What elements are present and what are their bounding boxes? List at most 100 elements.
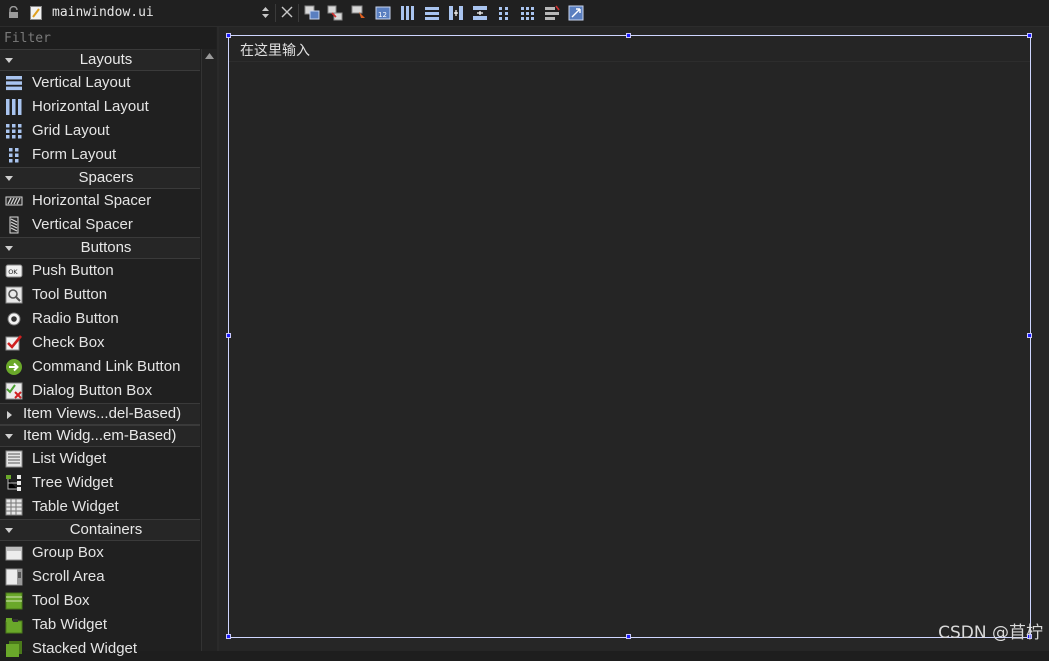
expand-arrow-icon[interactable] — [5, 411, 13, 419]
item-label: Radio Button — [32, 310, 119, 327]
list-item-push-button[interactable]: OK Push Button — [0, 259, 200, 283]
item-label: Push Button — [32, 262, 114, 279]
item-label: Grid Layout — [32, 122, 110, 139]
list-item-table-widget[interactable]: Table Widget — [0, 495, 200, 519]
category-spacers[interactable]: Spacers — [0, 167, 200, 189]
list-item-vertical-spacer[interactable]: Vertical Spacer — [0, 213, 200, 237]
category-item-views[interactable]: Item Views...del-Based) — [0, 403, 200, 425]
item-label: Dialog Button Box — [32, 382, 153, 399]
item-label: Group Box — [32, 544, 104, 561]
list-item-horizontal-spacer[interactable]: Horizontal Spacer — [0, 189, 200, 213]
layout-vertical-splitter-icon[interactable] — [472, 5, 488, 21]
adjust-size-icon[interactable] — [568, 5, 584, 21]
tool-box-icon — [5, 592, 23, 610]
resize-handle-top-right[interactable] — [1027, 33, 1032, 38]
layout-vertical-icon[interactable] — [424, 5, 440, 21]
collapse-arrow-icon[interactable] — [5, 527, 13, 535]
category-containers[interactable]: Containers — [0, 519, 200, 541]
file-icon — [30, 6, 42, 20]
list-item-stacked-widget[interactable]: Stacked Widget — [0, 637, 200, 661]
resize-handle-bottom[interactable] — [626, 634, 631, 639]
form-editor-canvas: 在这里输入 — [219, 27, 1049, 651]
svg-text:12: 12 — [378, 11, 387, 19]
item-label: Stacked Widget — [32, 640, 138, 657]
list-item-command-link-button[interactable]: Command Link Button — [0, 355, 200, 379]
open-file-name[interactable]: mainwindow.ui — [52, 5, 154, 20]
lock-icon[interactable] — [8, 6, 19, 19]
edit-widgets-icon[interactable] — [304, 5, 320, 21]
push-button-icon: OK — [5, 264, 23, 278]
list-item-dialog-button-box[interactable]: Dialog Button Box — [0, 379, 200, 403]
category-label: Containers — [69, 521, 143, 538]
list-item-tree-widget[interactable]: Tree Widget — [0, 471, 200, 495]
resize-handle-left[interactable] — [226, 333, 231, 338]
collapse-arrow-icon[interactable] — [5, 433, 13, 441]
filter-input[interactable] — [0, 27, 216, 49]
edit-signals-slots-icon[interactable] — [327, 5, 343, 21]
layout-horizontal-splitter-icon[interactable] — [448, 5, 464, 21]
layout-horizontal-icon[interactable] — [400, 5, 416, 21]
horizontal-layout-icon — [6, 99, 22, 115]
category-item-widgets[interactable]: Item Widg...em-Based) — [0, 425, 200, 447]
break-layout-icon[interactable] — [544, 5, 560, 21]
category-layouts[interactable]: Layouts — [0, 49, 200, 71]
dialog-button-box-icon — [5, 382, 23, 400]
text-edit-content[interactable]: 在这里输入 — [240, 40, 310, 60]
layout-form-icon[interactable] — [496, 5, 512, 21]
category-buttons[interactable]: Buttons — [0, 237, 200, 259]
item-label: Command Link Button — [32, 358, 181, 375]
category-label: Item Widg...em-Based) — [23, 427, 177, 444]
resize-handle-top[interactable] — [626, 33, 631, 38]
list-item-group-box[interactable]: Group Box — [0, 541, 200, 565]
tab-widget-icon — [5, 618, 23, 634]
svg-text:OK: OK — [8, 268, 18, 276]
widget-box-panel: Layouts Vertical Layout Horizontal Layou… — [0, 27, 217, 657]
tree-widget-icon — [6, 475, 21, 491]
vertical-spacer-icon — [9, 216, 19, 234]
list-item-radio-button[interactable]: Radio Button — [0, 307, 200, 331]
list-item-check-box[interactable]: Check Box — [0, 331, 200, 355]
scroll-area-icon — [5, 568, 23, 586]
close-file-icon[interactable] — [281, 6, 293, 18]
list-item-vertical-layout[interactable]: Vertical Layout — [0, 71, 200, 95]
item-label: Vertical Spacer — [32, 216, 133, 233]
list-widget-icon — [5, 450, 23, 468]
resize-handle-top-left[interactable] — [226, 33, 231, 38]
list-item-form-layout[interactable]: Form Layout — [0, 143, 200, 167]
edit-tab-order-icon[interactable]: 12 — [375, 5, 391, 21]
resize-handle-bottom-left[interactable] — [226, 634, 231, 639]
list-item-list-widget[interactable]: List Widget — [0, 447, 200, 471]
toolbar-separator — [298, 4, 299, 22]
widget-box-scrollbar[interactable] — [201, 49, 217, 651]
item-label: Check Box — [32, 334, 105, 351]
collapse-arrow-icon[interactable] — [5, 245, 13, 253]
layout-grid-icon[interactable] — [520, 5, 536, 21]
radio-button-icon — [7, 312, 21, 326]
collapse-arrow-icon[interactable] — [5, 57, 13, 65]
widget-list: Layouts Vertical Layout Horizontal Layou… — [0, 49, 200, 661]
list-item-tool-box[interactable]: Tool Box — [0, 589, 200, 613]
category-label: Layouts — [79, 51, 133, 68]
main-window-form[interactable]: 在这里输入 — [228, 35, 1031, 638]
item-label: Horizontal Spacer — [32, 192, 152, 209]
horizontal-spacer-icon — [5, 196, 23, 206]
toolbar-separator — [275, 4, 276, 22]
resize-handle-right[interactable] — [1027, 333, 1032, 338]
stacked-widget-icon — [6, 641, 22, 657]
list-item-tab-widget[interactable]: Tab Widget — [0, 613, 200, 637]
edit-buddies-icon[interactable] — [351, 5, 367, 21]
list-item-scroll-area[interactable]: Scroll Area — [0, 565, 200, 589]
category-label: Spacers — [78, 169, 134, 186]
list-item-horizontal-layout[interactable]: Horizontal Layout — [0, 95, 200, 119]
vertical-layout-icon — [6, 76, 22, 91]
check-box-icon — [5, 335, 23, 351]
form-divider — [229, 61, 1030, 62]
scroll-up-arrow-icon[interactable] — [205, 53, 214, 59]
list-item-grid-layout[interactable]: Grid Layout — [0, 119, 200, 143]
collapse-arrow-icon[interactable] — [5, 175, 13, 183]
item-label: Tool Button — [32, 286, 108, 303]
category-label: Item Views...del-Based) — [23, 405, 182, 422]
file-combo-arrows-icon[interactable] — [261, 5, 270, 20]
list-item-tool-button[interactable]: Tool Button — [0, 283, 200, 307]
designer-toolbar: mainwindow.ui 12 — [0, 0, 1049, 27]
